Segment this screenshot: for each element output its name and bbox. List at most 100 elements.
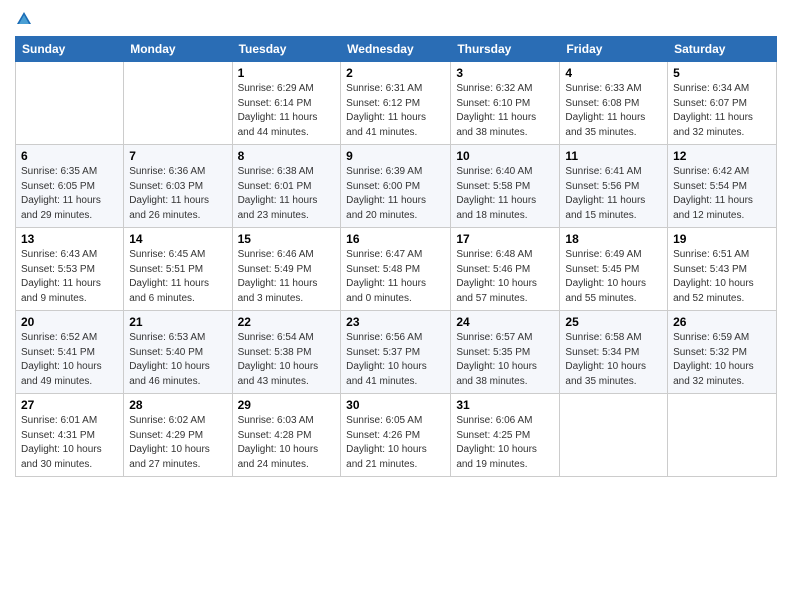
day-number: 28	[129, 398, 226, 412]
calendar-cell: 2Sunrise: 6:31 AM Sunset: 6:12 PM Daylig…	[341, 62, 451, 145]
calendar-cell	[560, 394, 668, 477]
day-info: Sunrise: 6:03 AM Sunset: 4:28 PM Dayligh…	[238, 414, 336, 472]
day-info: Sunrise: 6:06 AM Sunset: 4:25 PM Dayligh…	[456, 414, 554, 472]
day-number: 9	[346, 149, 445, 163]
week-row-5: 27Sunrise: 6:01 AM Sunset: 4:31 PM Dayli…	[16, 394, 777, 477]
day-number: 14	[129, 232, 226, 246]
day-number: 19	[673, 232, 771, 246]
weekday-header-tuesday: Tuesday	[232, 37, 341, 62]
day-info: Sunrise: 6:54 AM Sunset: 5:38 PM Dayligh…	[238, 331, 336, 389]
calendar-cell	[16, 62, 124, 145]
day-info: Sunrise: 6:02 AM Sunset: 4:29 PM Dayligh…	[129, 414, 226, 472]
weekday-header-thursday: Thursday	[451, 37, 560, 62]
calendar-cell: 5 Sunrise: 6:34 AM Sunset: 6:07 PM Daylig…	[668, 62, 777, 145]
calendar-cell: 18Sunrise: 6:49 AM Sunset: 5:45 PM Dayli…	[560, 228, 668, 311]
week-row-4: 20 Sunrise: 6:52 AM Sunset: 5:41 PM Dayli…	[16, 311, 777, 394]
calendar-cell: 13Sunrise: 6:43 AM Sunset: 5:53 PM Dayli…	[16, 228, 124, 311]
calendar-cell: 4 Sunrise: 6:33 AM Sunset: 6:08 PM Daylig…	[560, 62, 668, 145]
calendar-cell: 30Sunrise: 6:05 AM Sunset: 4:26 PM Dayli…	[341, 394, 451, 477]
day-info: Sunrise: 6:32 AM Sunset: 6:10 PM Dayligh…	[456, 82, 554, 140]
day-info: Sunrise: 6:59 AM Sunset: 5:32 PM Dayligh…	[673, 331, 771, 389]
calendar-cell: 9 Sunrise: 6:39 AM Sunset: 6:00 PM Daylig…	[341, 145, 451, 228]
day-number: 20	[21, 315, 118, 329]
day-info: Sunrise: 6:29 AM Sunset: 6:14 PM Dayligh…	[238, 82, 336, 140]
calendar-cell: 28 Sunrise: 6:02 AM Sunset: 4:29 PM Dayli…	[124, 394, 232, 477]
calendar-cell: 17 Sunrise: 6:48 AM Sunset: 5:46 PM Dayli…	[451, 228, 560, 311]
day-info: Sunrise: 6:39 AM Sunset: 6:00 PM Dayligh…	[346, 165, 445, 223]
calendar-cell: 19 Sunrise: 6:51 AM Sunset: 5:43 PM Dayli…	[668, 228, 777, 311]
calendar-cell: 22 Sunrise: 6:54 AM Sunset: 5:38 PM Dayli…	[232, 311, 341, 394]
calendar-cell: 14 Sunrise: 6:45 AM Sunset: 5:51 PM Dayli…	[124, 228, 232, 311]
day-number: 6	[21, 149, 118, 163]
day-info: Sunrise: 6:34 AM Sunset: 6:07 PM Dayligh…	[673, 82, 771, 140]
day-number: 29	[238, 398, 336, 412]
day-info: Sunrise: 6:56 AM Sunset: 5:37 PM Dayligh…	[346, 331, 445, 389]
calendar-cell: 21 Sunrise: 6:53 AM Sunset: 5:40 PM Dayli…	[124, 311, 232, 394]
day-info: Sunrise: 6:36 AM Sunset: 6:03 PM Dayligh…	[129, 165, 226, 223]
day-number: 17	[456, 232, 554, 246]
day-number: 12	[673, 149, 771, 163]
day-info: Sunrise: 6:51 AM Sunset: 5:43 PM Dayligh…	[673, 248, 771, 306]
calendar-cell	[124, 62, 232, 145]
calendar-cell: 3 Sunrise: 6:32 AM Sunset: 6:10 PM Daylig…	[451, 62, 560, 145]
day-info: Sunrise: 6:40 AM Sunset: 5:58 PM Dayligh…	[456, 165, 554, 223]
weekday-header-saturday: Saturday	[668, 37, 777, 62]
calendar-cell: 1 Sunrise: 6:29 AM Sunset: 6:14 PM Daylig…	[232, 62, 341, 145]
day-info: Sunrise: 6:46 AM Sunset: 5:49 PM Dayligh…	[238, 248, 336, 306]
calendar-table: SundayMondayTuesdayWednesdayThursdayFrid…	[15, 36, 777, 477]
day-number: 21	[129, 315, 226, 329]
day-info: Sunrise: 6:42 AM Sunset: 5:54 PM Dayligh…	[673, 165, 771, 223]
day-number: 31	[456, 398, 554, 412]
day-number: 22	[238, 315, 336, 329]
logo	[15, 10, 37, 28]
day-info: Sunrise: 6:35 AM Sunset: 6:05 PM Dayligh…	[21, 165, 118, 223]
day-number: 11	[565, 149, 662, 163]
calendar-cell: 10 Sunrise: 6:40 AM Sunset: 5:58 PM Dayli…	[451, 145, 560, 228]
day-info: Sunrise: 6:38 AM Sunset: 6:01 PM Dayligh…	[238, 165, 336, 223]
day-number: 3	[456, 66, 554, 80]
weekday-header-wednesday: Wednesday	[341, 37, 451, 62]
calendar-cell: 31 Sunrise: 6:06 AM Sunset: 4:25 PM Dayli…	[451, 394, 560, 477]
day-info: Sunrise: 6:52 AM Sunset: 5:41 PM Dayligh…	[21, 331, 118, 389]
day-number: 23	[346, 315, 445, 329]
day-number: 4	[565, 66, 662, 80]
calendar-cell: 26 Sunrise: 6:59 AM Sunset: 5:32 PM Dayli…	[668, 311, 777, 394]
day-info: Sunrise: 6:01 AM Sunset: 4:31 PM Dayligh…	[21, 414, 118, 472]
day-info: Sunrise: 6:33 AM Sunset: 6:08 PM Dayligh…	[565, 82, 662, 140]
weekday-header-monday: Monday	[124, 37, 232, 62]
day-number: 10	[456, 149, 554, 163]
day-number: 24	[456, 315, 554, 329]
calendar-cell: 7 Sunrise: 6:36 AM Sunset: 6:03 PM Daylig…	[124, 145, 232, 228]
calendar-cell: 23 Sunrise: 6:56 AM Sunset: 5:37 PM Dayli…	[341, 311, 451, 394]
calendar-cell: 11Sunrise: 6:41 AM Sunset: 5:56 PM Dayli…	[560, 145, 668, 228]
day-number: 26	[673, 315, 771, 329]
day-number: 7	[129, 149, 226, 163]
day-number: 13	[21, 232, 118, 246]
week-row-1: 1 Sunrise: 6:29 AM Sunset: 6:14 PM Daylig…	[16, 62, 777, 145]
calendar-cell: 12 Sunrise: 6:42 AM Sunset: 5:54 PM Dayli…	[668, 145, 777, 228]
calendar-cell: 25Sunrise: 6:58 AM Sunset: 5:34 PM Dayli…	[560, 311, 668, 394]
day-number: 16	[346, 232, 445, 246]
calendar-cell: 16Sunrise: 6:47 AM Sunset: 5:48 PM Dayli…	[341, 228, 451, 311]
week-row-2: 6 Sunrise: 6:35 AM Sunset: 6:05 PM Daylig…	[16, 145, 777, 228]
weekday-header-friday: Friday	[560, 37, 668, 62]
week-row-3: 13Sunrise: 6:43 AM Sunset: 5:53 PM Dayli…	[16, 228, 777, 311]
day-info: Sunrise: 6:48 AM Sunset: 5:46 PM Dayligh…	[456, 248, 554, 306]
day-number: 15	[238, 232, 336, 246]
calendar-cell: 29 Sunrise: 6:03 AM Sunset: 4:28 PM Dayli…	[232, 394, 341, 477]
day-info: Sunrise: 6:57 AM Sunset: 5:35 PM Dayligh…	[456, 331, 554, 389]
day-number: 8	[238, 149, 336, 163]
day-info: Sunrise: 6:05 AM Sunset: 4:26 PM Dayligh…	[346, 414, 445, 472]
calendar-cell: 24 Sunrise: 6:57 AM Sunset: 5:35 PM Dayli…	[451, 311, 560, 394]
calendar-cell: 27Sunrise: 6:01 AM Sunset: 4:31 PM Dayli…	[16, 394, 124, 477]
calendar-cell: 20 Sunrise: 6:52 AM Sunset: 5:41 PM Dayli…	[16, 311, 124, 394]
day-info: Sunrise: 6:45 AM Sunset: 5:51 PM Dayligh…	[129, 248, 226, 306]
day-number: 1	[238, 66, 336, 80]
day-info: Sunrise: 6:53 AM Sunset: 5:40 PM Dayligh…	[129, 331, 226, 389]
day-number: 25	[565, 315, 662, 329]
weekday-header-sunday: Sunday	[16, 37, 124, 62]
header	[15, 10, 777, 28]
logo-icon	[15, 10, 33, 28]
day-number: 5	[673, 66, 771, 80]
day-info: Sunrise: 6:31 AM Sunset: 6:12 PM Dayligh…	[346, 82, 445, 140]
